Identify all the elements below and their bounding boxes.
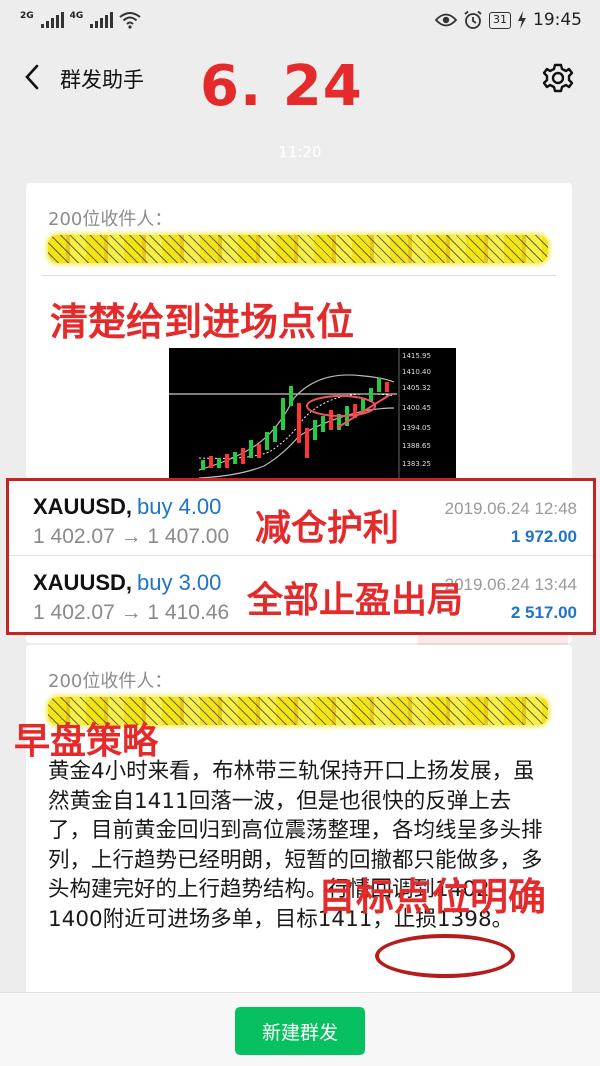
trade-symbol: XAUUSD, (33, 570, 133, 595)
trade-date: 2019.06.24 12:48 (444, 499, 577, 518)
trade-annotation: 全部止盈出局 (247, 579, 464, 621)
trade-results-box: XAUUSD, buy 4.00 1 402.07 → 1 407.00 201… (6, 478, 596, 635)
signal-icon-2 (90, 12, 114, 28)
trade-profit: 2 517.00 (510, 603, 577, 622)
price-label-5: 1388.65 (402, 442, 431, 450)
price-chart-image[interactable]: 1415.95 1410.40 1405.32 1400.45 1394.05 … (169, 348, 456, 478)
trade-date: 2019.06.24 13:44 (444, 575, 577, 594)
trade-row[interactable]: XAUUSD, buy 3.00 1 402.07 → 1 410.46 201… (9, 557, 593, 632)
trade-profit: 1 972.00 (510, 527, 577, 546)
network-type-2: 4G (69, 11, 84, 21)
trade-row[interactable]: XAUUSD, buy 4.00 1 402.07 → 1 407.00 201… (9, 481, 593, 556)
chart-price-labels: 1415.95 1410.40 1405.32 1400.45 1394.05 … (402, 352, 431, 468)
target-highlight-circle (375, 934, 515, 978)
trade-symbol: XAUUSD, (33, 494, 133, 519)
price-label-2: 1405.32 (402, 384, 431, 392)
app-header: 群发助手 6. 24 (0, 40, 600, 119)
recipients-redacted (48, 235, 548, 263)
bottom-bar: 新建群发 (0, 992, 600, 1066)
battery-icon: 31 (489, 11, 511, 29)
recipients-count: 200位收件人： (48, 209, 173, 230)
price-label-3: 1400.45 (402, 404, 431, 412)
gear-icon (542, 63, 574, 93)
divider (42, 275, 556, 276)
trade-side: buy 4.00 (137, 494, 222, 519)
candles (201, 378, 389, 470)
settings-button[interactable] (540, 60, 576, 96)
annotation-strategy: 早盘策略 (14, 720, 159, 762)
network-type-1: 2G (20, 11, 34, 21)
wifi-icon (119, 12, 141, 29)
page-title: 群发助手 (60, 68, 144, 92)
trade-annotation: 减仓护利 (255, 507, 400, 549)
chevron-left-icon (25, 64, 39, 90)
clock: 19:45 (533, 10, 582, 30)
status-right: 31 19:45 (435, 10, 582, 30)
price-label-0: 1415.95 (402, 352, 431, 360)
annotation-heading: 清楚给到进场点位 (50, 299, 355, 344)
price-label-4: 1394.05 (402, 424, 431, 432)
new-broadcast-button[interactable]: 新建群发 (235, 1007, 365, 1055)
annotation-target: 目标点位明确 (318, 874, 547, 919)
date-annotation: 6. 24 (200, 54, 363, 119)
trade-prices: 1 402.07 → 1 410.46 (33, 601, 230, 624)
message-timestamp: 11:20 (278, 143, 322, 161)
eye-icon (435, 13, 457, 27)
alarm-icon (464, 10, 482, 29)
trade-side: buy 3.00 (137, 570, 222, 595)
trade-prices: 1 402.07 → 1 407.00 (33, 525, 230, 548)
back-button[interactable] (16, 60, 48, 94)
charging-icon (518, 11, 526, 29)
status-left: 2G 4G (20, 11, 141, 29)
price-label-1: 1410.40 (402, 368, 431, 376)
status-bar: 2G 4G 31 19:45 (0, 0, 600, 40)
price-label-6: 1383.25 (402, 460, 431, 468)
recipients-count: 200位收件人： (48, 671, 173, 692)
chart-svg: 1415.95 1410.40 1405.32 1400.45 1394.05 … (169, 348, 431, 478)
signal-icon (40, 12, 64, 28)
